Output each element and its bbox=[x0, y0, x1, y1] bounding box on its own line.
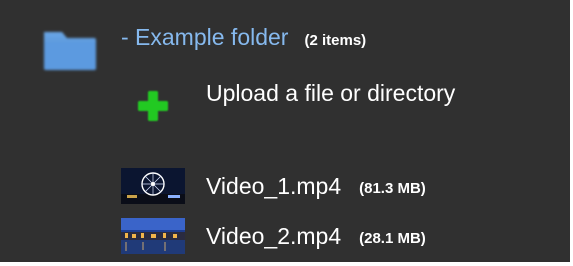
folder-title-row: - Example folder (2 items) bbox=[121, 24, 366, 56]
file-size: (81.3 MB) bbox=[359, 179, 426, 197]
file-name-link[interactable]: Video_1.mp4 bbox=[206, 173, 341, 200]
file-size: (28.1 MB) bbox=[359, 229, 426, 247]
file-row[interactable]: Video_1.mp4 (81.3 MB) bbox=[121, 166, 426, 206]
file-row[interactable]: Video_2.mp4 (28.1 MB) bbox=[121, 216, 426, 256]
folder-item-count: (2 items) bbox=[304, 32, 367, 49]
harbor-thumbnail[interactable] bbox=[121, 218, 185, 254]
ferris-wheel-thumbnail[interactable] bbox=[121, 168, 185, 204]
plus-icon[interactable] bbox=[135, 88, 171, 124]
folder-title-link[interactable]: - Example folder bbox=[121, 24, 288, 51]
folder-icon[interactable] bbox=[40, 26, 100, 74]
bottom-border bbox=[0, 262, 573, 266]
file-browser-panel: - Example folder (2 items) Upload a file… bbox=[0, 0, 573, 266]
upload-link[interactable]: Upload a file or directory bbox=[206, 80, 455, 107]
file-name-link[interactable]: Video_2.mp4 bbox=[206, 223, 341, 250]
